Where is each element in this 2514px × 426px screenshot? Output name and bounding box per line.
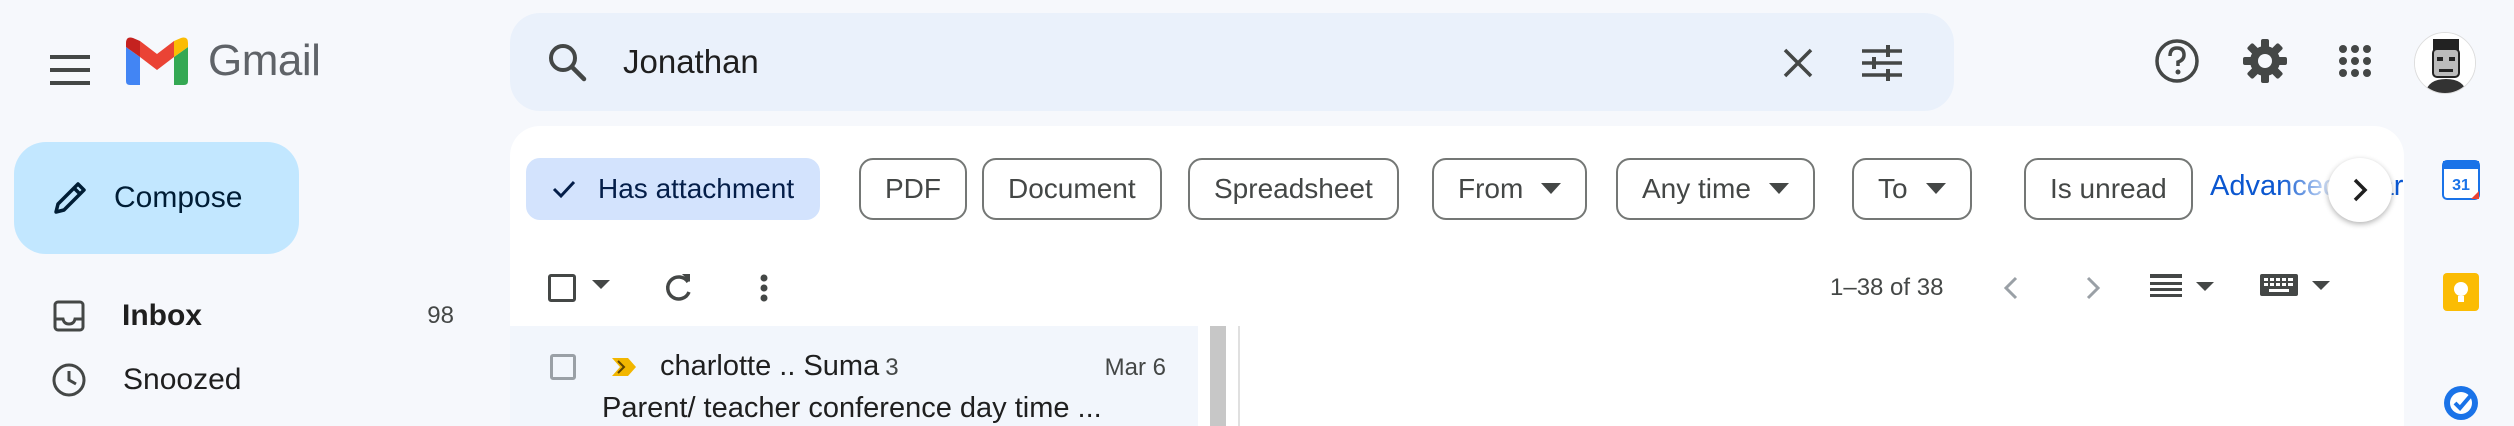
svg-text:31: 31 — [2452, 177, 2470, 194]
gear-icon — [2243, 39, 2287, 83]
select-options-dropdown-icon[interactable] — [592, 278, 610, 290]
compose-label: Compose — [114, 181, 243, 214]
chip-label: PDF — [885, 173, 941, 204]
inbox-icon — [53, 300, 85, 332]
newer-page-button[interactable] — [1994, 270, 2030, 306]
chip-label: Document — [1008, 173, 1136, 204]
thread-count: 3 — [885, 354, 899, 381]
mail-list-panel: Has attachment PDF Document Spreadsheet … — [510, 126, 2404, 426]
pane-divider — [1238, 326, 1240, 426]
dropdown-arrow-icon — [1768, 183, 1789, 194]
refresh-icon — [666, 274, 691, 301]
search-icon — [549, 44, 587, 82]
chip-label: To — [1878, 173, 1908, 204]
more-vert-icon — [760, 274, 768, 302]
settings-button[interactable] — [2236, 32, 2294, 90]
chevron-right-icon — [2086, 276, 2101, 300]
hamburger-menu-icon — [50, 55, 90, 85]
sidebar-item-label: Snoozed — [123, 363, 242, 396]
tune-icon — [1862, 45, 1902, 81]
message-subject: Parent/ teacher conference day time ... — [602, 392, 1102, 424]
chip-label: Is unread — [2050, 173, 2167, 204]
google-apps-button[interactable] — [2326, 32, 2384, 90]
input-tools-button[interactable] — [2260, 272, 2330, 298]
filter-chip-from[interactable]: From — [1432, 158, 1588, 220]
apps-grid-icon — [2339, 45, 2371, 77]
pencil-icon — [54, 182, 86, 214]
search-bar — [510, 13, 1954, 111]
sidebar-item-inbox[interactable]: Inbox 98 — [0, 286, 490, 346]
select-all-checkbox[interactable] — [548, 274, 576, 302]
older-page-button[interactable] — [2074, 270, 2110, 306]
chip-label: Has attachment — [598, 173, 795, 204]
page-range: 1–38 of 38 — [1830, 274, 1944, 301]
important-icon — [612, 358, 636, 376]
sender-name: charlotte .. Suma 3 — [660, 350, 899, 383]
table-row[interactable]: charlotte .. Suma 3 Mar 6 Parent/ teacher… — [510, 326, 1198, 426]
pane-resize-handle[interactable] — [1210, 326, 1226, 426]
close-icon — [1783, 48, 1813, 78]
search-options-button[interactable] — [1856, 37, 1908, 89]
chip-label: Spreadsheet — [1214, 173, 1373, 204]
refresh-button[interactable] — [660, 270, 696, 306]
gmail-m-icon — [126, 37, 188, 85]
tasks-app-button[interactable] — [2442, 384, 2480, 422]
keyboard-icon — [2260, 274, 2298, 296]
list-view-icon — [2150, 274, 2182, 297]
sidebar-item-snoozed[interactable]: Snoozed — [0, 350, 490, 410]
filter-chip-pdf[interactable]: PDF — [859, 158, 967, 220]
filter-chip-any-time[interactable]: Any time — [1616, 158, 1815, 220]
important-marker[interactable] — [610, 356, 640, 378]
account-avatar[interactable] — [2414, 32, 2476, 94]
support-button[interactable] — [2148, 32, 2206, 90]
main-menu-button[interactable] — [30, 30, 110, 110]
filter-chip-has-attachment[interactable]: Has attachment — [526, 158, 821, 220]
filter-chip-to[interactable]: To — [1852, 158, 1972, 220]
chevron-right-icon — [2353, 178, 2368, 202]
gmail-logo[interactable]: Gmail — [126, 36, 321, 86]
filter-chip-spreadsheet[interactable]: Spreadsheet — [1188, 158, 1399, 220]
compose-button[interactable]: Compose — [14, 142, 299, 254]
tasks-icon — [2444, 386, 2478, 420]
sender-label: charlotte .. Suma — [660, 350, 880, 382]
app-name: Gmail — [208, 36, 321, 85]
profile-picture — [2415, 33, 2475, 93]
search-input[interactable] — [623, 35, 1523, 89]
split-pane-toggle-button[interactable] — [2150, 272, 2214, 300]
filter-chip-document[interactable]: Document — [982, 158, 1162, 220]
filter-chip-is-unread[interactable]: Is unread — [2024, 158, 2193, 220]
message-date: Mar 6 — [1104, 354, 1166, 381]
scroll-chips-right-button[interactable] — [2328, 158, 2392, 222]
sidebar-item-label: Inbox — [122, 299, 202, 332]
keep-icon — [2443, 273, 2479, 311]
more-options-button[interactable] — [746, 270, 782, 306]
row-checkbox[interactable] — [550, 354, 576, 380]
help-icon — [2155, 39, 2199, 83]
dropdown-arrow-icon — [2312, 281, 2330, 290]
calendar-app-button[interactable]: 31 — [2442, 160, 2480, 200]
dropdown-arrow-icon — [2196, 282, 2214, 291]
clear-search-button[interactable] — [1772, 37, 1824, 89]
keep-app-button[interactable] — [2442, 272, 2480, 312]
chip-label: From — [1458, 173, 1524, 204]
unread-count: 98 — [427, 302, 454, 329]
dropdown-arrow-icon — [1541, 183, 1562, 194]
dropdown-arrow-icon — [1925, 183, 1946, 194]
clock-icon — [52, 363, 86, 397]
search-button[interactable] — [546, 41, 588, 83]
calendar-icon: 31 — [2442, 160, 2480, 200]
chip-label: Any time — [1642, 173, 1751, 204]
checkmark-icon — [552, 180, 576, 199]
chevron-left-icon — [2003, 276, 2018, 300]
